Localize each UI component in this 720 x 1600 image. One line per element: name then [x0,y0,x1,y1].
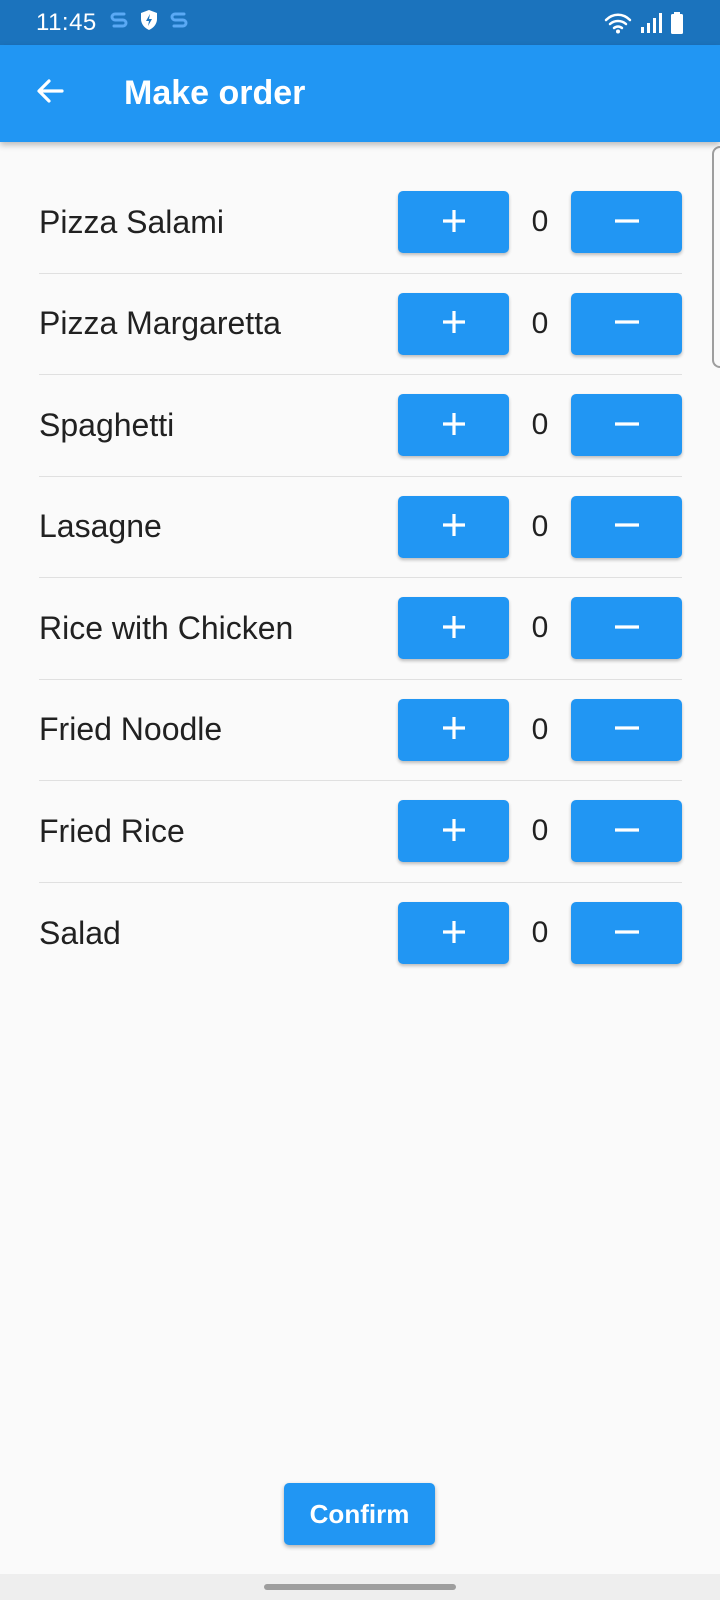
menu-item-row: Rice with Chicken 0 [39,578,682,680]
menu-item-row: Pizza Salami 0 [39,172,682,274]
quantity-value: 0 [531,814,549,848]
menu-item-row: Fried Noodle 0 [39,680,682,781]
minus-icon [613,714,641,745]
signal-icon [640,11,662,35]
app-bar: Make order [0,45,720,142]
wifi-icon [604,11,632,35]
quantity-value: 0 [531,712,549,746]
shield-bolt-icon [137,8,161,37]
minus-icon [613,207,641,238]
decrement-button[interactable] [571,394,682,457]
quantity-value: 0 [531,509,549,543]
increment-button[interactable] [398,902,509,965]
quantity-value: 0 [531,611,549,645]
status-time: 11:45 [36,8,97,36]
item-name: Fried Noodle [39,711,223,748]
notification-icons [107,8,191,37]
decrement-button[interactable] [571,698,682,761]
back-button[interactable] [26,70,74,118]
minus-icon [613,308,641,339]
plus-icon [440,714,468,745]
decrement-button[interactable] [571,800,682,863]
plus-icon [440,918,468,949]
menu-list: Pizza Salami 0 Pizza Margaretta 0 Spaghe… [39,172,682,984]
increment-button[interactable] [398,597,509,660]
quantity-value: 0 [531,916,549,950]
menu-item-row: Pizza Margaretta 0 [39,274,682,375]
decrement-button[interactable] [571,292,682,355]
minus-icon [613,511,641,542]
confirm-button[interactable]: Confirm [284,1483,435,1545]
menu-item-row: Salad 0 [39,883,682,985]
item-name: Pizza Margaretta [39,305,281,342]
item-name: Rice with Chicken [39,609,294,646]
plus-icon [440,816,468,847]
arrow-left-icon [34,75,66,112]
plus-icon [440,613,468,644]
minus-icon [613,613,641,644]
navigation-bar [0,1574,720,1600]
plus-icon [440,511,468,542]
decrement-button[interactable] [571,191,682,254]
item-name: Pizza Salami [39,203,224,240]
decrement-button[interactable] [571,597,682,660]
plus-icon [440,207,468,238]
increment-button[interactable] [398,495,509,558]
increment-button[interactable] [398,800,509,863]
status-bar: 11:45 [0,0,720,45]
minus-icon [613,410,641,441]
quantity-value: 0 [531,408,549,442]
minus-icon [613,816,641,847]
item-name: Lasagne [39,508,162,545]
menu-item-row: Spaghetti 0 [39,375,682,477]
page-title: Make order [124,74,306,112]
scroll-edge [712,146,720,368]
menu-item-row: Lasagne 0 [39,477,682,578]
increment-button[interactable] [398,292,509,355]
home-indicator[interactable] [264,1584,456,1590]
s-app-icon [167,8,191,37]
system-icons [604,11,684,35]
quantity-value: 0 [531,205,549,239]
increment-button[interactable] [398,698,509,761]
decrement-button[interactable] [571,902,682,965]
menu-item-row: Fried Rice 0 [39,781,682,883]
increment-button[interactable] [398,191,509,254]
minus-icon [613,918,641,949]
plus-icon [440,410,468,441]
s-app-icon [107,8,131,37]
quantity-value: 0 [531,306,549,340]
decrement-button[interactable] [571,495,682,558]
item-name: Fried Rice [39,812,185,849]
battery-icon [670,11,684,35]
item-name: Spaghetti [39,406,175,443]
item-name: Salad [39,914,121,951]
plus-icon [440,308,468,339]
increment-button[interactable] [398,394,509,457]
